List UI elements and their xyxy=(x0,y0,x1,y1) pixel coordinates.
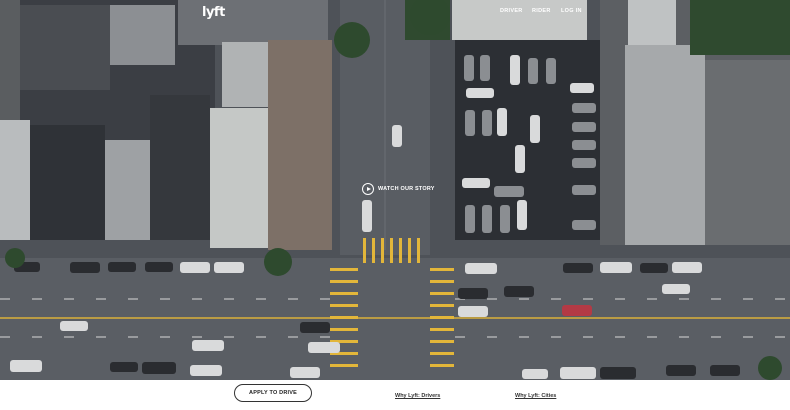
footer-bar: APPLY TO DRIVE Why Lyft: Drivers Why Lyf… xyxy=(0,380,790,410)
hero-aerial-image: lyft DRIVER RIDER LOG IN WATCH OUR STORY xyxy=(0,0,790,380)
why-lyft-drivers-link[interactable]: Why Lyft: Drivers xyxy=(395,393,440,399)
why-lyft-cities-link[interactable]: Why Lyft: Cities xyxy=(515,393,556,399)
nav-drivers-link[interactable]: DRIVER xyxy=(500,8,523,14)
play-icon xyxy=(362,183,374,195)
lyft-logo[interactable]: lyft xyxy=(202,5,225,20)
watch-story-button[interactable]: WATCH OUR STORY xyxy=(362,183,435,195)
nav-riders-link[interactable]: RIDER xyxy=(532,8,551,14)
watch-story-label: WATCH OUR STORY xyxy=(378,186,435,192)
apply-to-drive-button[interactable]: APPLY TO DRIVE xyxy=(234,384,312,402)
nav-login-link[interactable]: LOG IN xyxy=(561,8,582,14)
